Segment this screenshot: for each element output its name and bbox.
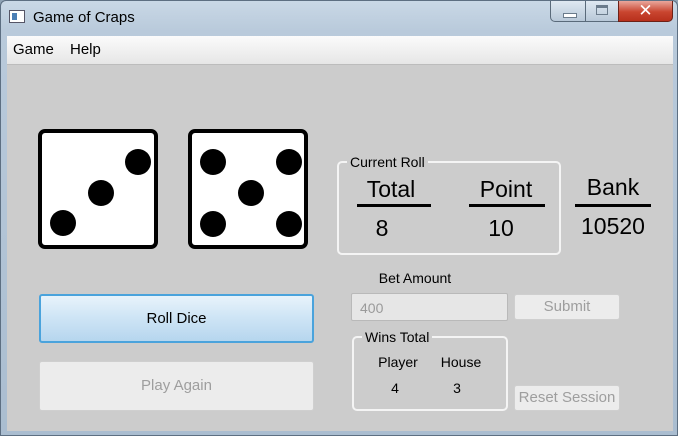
window-title: Game of Craps (33, 9, 135, 26)
close-button[interactable]: ✕ (618, 1, 673, 22)
close-icon: ✕ (638, 1, 653, 21)
bank-value: 10520 (581, 213, 645, 239)
player-wins-value: 4 (391, 380, 399, 396)
bet-amount-label: Bet Amount (378, 270, 452, 286)
die-pip (200, 149, 226, 175)
point-value: 10 (488, 215, 514, 241)
player-wins-label: Player (378, 354, 418, 370)
game-panel: Current Roll Total 8 Point 10 Bank 10520… (7, 65, 673, 431)
current-roll-title: Current Roll (347, 154, 428, 170)
roll-dice-button[interactable]: Roll Dice (39, 294, 314, 343)
die-pip (50, 210, 76, 236)
reset-session-button[interactable]: Reset Session (514, 385, 620, 411)
play-again-button[interactable]: Play Again (39, 361, 314, 411)
menu-bar: Game Help (7, 36, 673, 65)
wins-total-title: Wins Total (362, 329, 433, 345)
house-wins-label: House (440, 354, 482, 370)
die-pip (200, 211, 226, 237)
die-pip (238, 180, 264, 206)
house-wins-value: 3 (453, 380, 461, 396)
minimize-button[interactable] (550, 1, 586, 22)
total-value: 8 (375, 215, 389, 241)
menu-help[interactable]: Help (70, 41, 101, 58)
minimize-icon (563, 13, 577, 18)
maximize-button[interactable] (585, 1, 619, 22)
die-pip (276, 149, 302, 175)
die-pip (125, 149, 151, 175)
point-label: Point (479, 176, 533, 202)
app-icon (9, 10, 25, 23)
bet-amount-input[interactable]: 400 (351, 293, 508, 321)
die-two (188, 129, 308, 249)
app-window: Game of Craps ✕ Game Help Current Roll T… (0, 0, 678, 436)
die-pip (88, 180, 114, 206)
maximize-icon (596, 5, 608, 15)
title-bar[interactable]: Game of Craps ✕ (1, 1, 677, 33)
bank-label: Bank (586, 174, 640, 200)
submit-button[interactable]: Submit (514, 294, 620, 320)
menu-game[interactable]: Game (13, 41, 54, 58)
bank-underline (575, 204, 651, 207)
point-underline (469, 204, 545, 207)
wins-total-group: Wins Total (352, 329, 508, 411)
die-pip (276, 211, 302, 237)
die-one (38, 129, 158, 249)
total-label: Total (366, 176, 416, 202)
total-underline (357, 204, 431, 207)
